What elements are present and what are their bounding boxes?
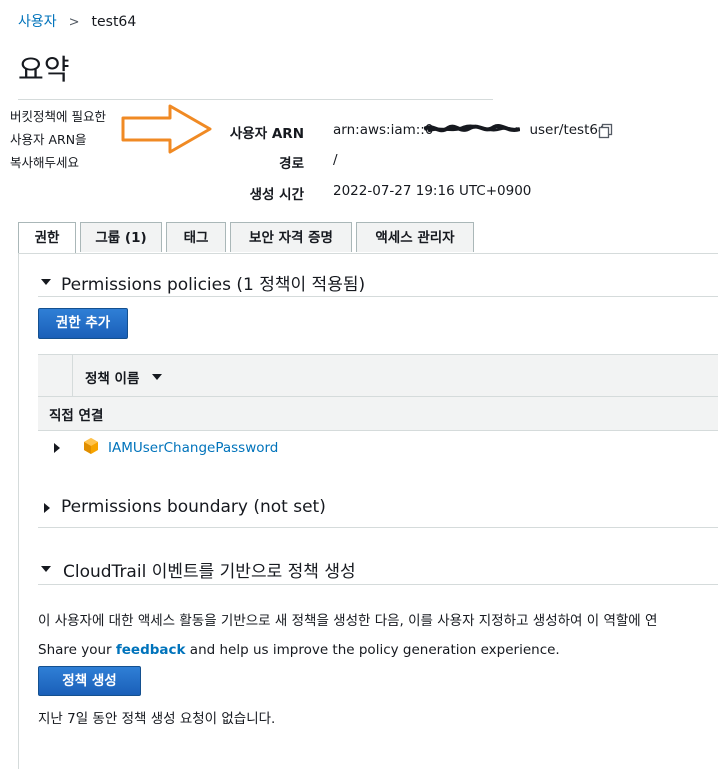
expand-row-icon[interactable] bbox=[54, 443, 60, 453]
title-divider bbox=[18, 99, 493, 100]
annotation-line-3: 복사해두세요 bbox=[10, 155, 80, 170]
column-divider bbox=[72, 354, 73, 397]
path-value: / bbox=[333, 152, 338, 168]
breadcrumb-separator: > bbox=[68, 15, 80, 30]
managed-policy-cube-icon bbox=[84, 438, 98, 454]
caret-down-icon[interactable] bbox=[41, 566, 51, 572]
breadcrumb-users-link[interactable]: 사용자 bbox=[18, 14, 57, 30]
section-divider bbox=[38, 527, 718, 528]
group-label: 직접 연결 bbox=[49, 408, 104, 424]
feedback-link[interactable]: feedback bbox=[116, 642, 186, 658]
breadcrumb: 사용자 > test64 bbox=[18, 11, 136, 31]
row-divider bbox=[38, 430, 718, 431]
path-label: 경로 bbox=[279, 156, 304, 172]
cloudtrail-heading[interactable]: CloudTrail 이벤트를 기반으로 정책 생성 bbox=[63, 557, 356, 582]
tab-bar: 권한 그룹 (1) 태그 보안 자격 증명 액세스 관리자 bbox=[18, 222, 718, 254]
annotation-line-2: 사용자 ARN을 bbox=[10, 132, 87, 147]
column-header-policy-name[interactable]: 정책 이름 bbox=[85, 367, 139, 387]
tab-tags[interactable]: 태그 bbox=[166, 222, 226, 252]
breadcrumb-current: test64 bbox=[91, 14, 137, 30]
sort-down-icon[interactable] bbox=[152, 374, 162, 380]
page-title: 요약 bbox=[18, 53, 70, 86]
policy-link[interactable]: IAMUserChangePassword bbox=[108, 440, 278, 456]
table-header bbox=[38, 354, 718, 397]
feedback-text: Share your feedback and help us improve … bbox=[38, 642, 560, 658]
tab-security-credentials[interactable]: 보안 자격 증명 bbox=[230, 222, 352, 252]
permissions-heading[interactable]: Permissions policies (1 정책이 적용됨) bbox=[61, 270, 365, 295]
generate-policy-button[interactable]: 정책 생성 bbox=[38, 666, 141, 696]
copy-icon[interactable] bbox=[598, 123, 614, 139]
column-header-label: 정책 이름 bbox=[85, 371, 140, 387]
boundary-heading[interactable]: Permissions boundary (not set) bbox=[61, 497, 326, 517]
add-permissions-button[interactable]: 권한 추가 bbox=[38, 308, 128, 339]
section-divider bbox=[38, 296, 718, 297]
cloudtrail-description: 이 사용자에 대한 액세스 활동을 기반으로 새 정책을 생성한 다음, 이를 … bbox=[38, 613, 658, 629]
tab-groups[interactable]: 그룹 (1) bbox=[80, 222, 162, 252]
feedback-prefix: Share your bbox=[38, 642, 116, 658]
annotation-line-1: 버킷정책에 필요한 bbox=[10, 109, 106, 124]
created-value: 2022-07-27 19:16 UTC+0900 bbox=[333, 183, 532, 199]
redaction-scribble bbox=[424, 124, 520, 133]
tab-permissions[interactable]: 권한 bbox=[18, 222, 76, 254]
arn-suffix: user/test64 bbox=[529, 122, 607, 138]
generation-status: 지난 7일 동안 정책 생성 요청이 없습니다. bbox=[38, 711, 276, 727]
arn-label: 사용자 ARN bbox=[229, 126, 304, 142]
section-divider bbox=[38, 584, 718, 585]
arn-prefix: arn:aws:iam::0 bbox=[333, 122, 434, 138]
created-label: 생성 시간 bbox=[249, 187, 304, 203]
caret-down-icon[interactable] bbox=[41, 279, 51, 285]
caret-right-icon[interactable] bbox=[44, 503, 50, 513]
tab-access-advisor[interactable]: 액세스 관리자 bbox=[356, 222, 474, 252]
group-row bbox=[38, 397, 718, 430]
feedback-suffix: and help us improve the policy generatio… bbox=[185, 642, 560, 658]
